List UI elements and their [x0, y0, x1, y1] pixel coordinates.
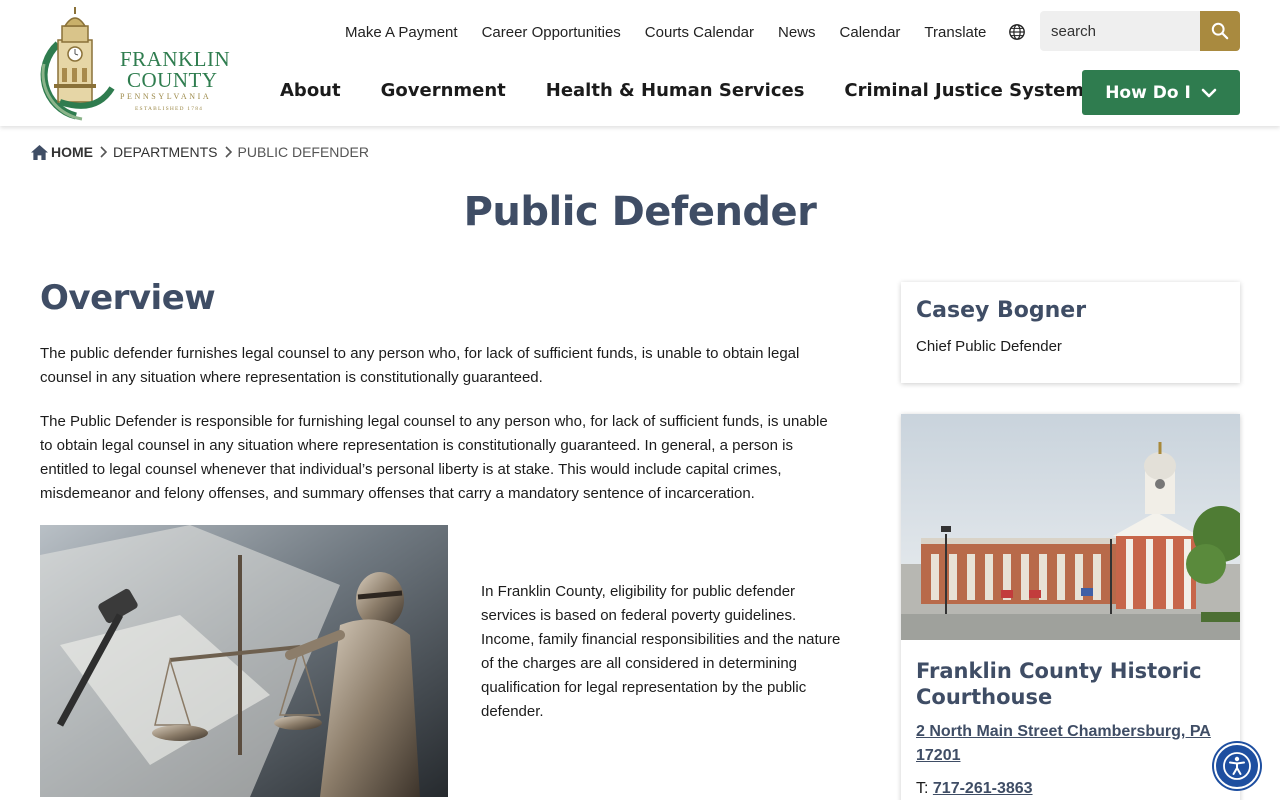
util-link-calendar[interactable]: Calendar: [840, 24, 901, 41]
page-title: Public Defender: [463, 189, 817, 235]
lady-justice-photo: [40, 525, 448, 797]
nav-about[interactable]: About: [280, 80, 341, 101]
contact-name: Casey Bogner: [916, 298, 1087, 323]
logo-line-established: ESTABLISHED 1784: [135, 106, 204, 112]
breadcrumb-current: PUBLIC DEFENDER: [237, 144, 369, 160]
overview-paragraph-2: The Public Defender is responsible for f…: [40, 413, 828, 502]
globe-icon[interactable]: [1008, 23, 1026, 41]
contact-card: Casey Bogner Chief Public Defender: [901, 282, 1240, 383]
util-link-news[interactable]: News: [778, 24, 816, 41]
chevron-right-icon: [224, 146, 232, 158]
phone-link[interactable]: 717-261-3863: [933, 780, 1033, 797]
utility-nav: Make A Payment Career Opportunities Cour…: [345, 21, 1026, 43]
search-input[interactable]: [1040, 11, 1200, 51]
search-icon: [1211, 22, 1229, 40]
logo-line-franklin: FRANKLIN: [120, 47, 231, 71]
util-link-career-opportunities[interactable]: Career Opportunities: [482, 24, 621, 41]
location-phone: T: 717-261-3863: [916, 780, 1033, 798]
how-do-i-label: How Do I: [1105, 82, 1191, 103]
location-address-link[interactable]: 2 North Main Street Chambersburg, PA 172…: [916, 720, 1226, 768]
eligibility-paragraph: In Franklin County, eligibility for publ…: [481, 583, 841, 720]
accessibility-button[interactable]: [1214, 743, 1260, 789]
nav-criminal-justice-system[interactable]: Criminal Justice System: [844, 80, 1084, 101]
search-button[interactable]: [1200, 11, 1240, 51]
logo-line-county: COUNTY: [127, 68, 218, 92]
how-do-i-button[interactable]: How Do I: [1082, 70, 1240, 115]
courthouse-photo: [901, 414, 1240, 640]
util-link-courts-calendar[interactable]: Courts Calendar: [645, 24, 754, 41]
breadcrumb: HOME DEPARTMENTS PUBLIC DEFENDER: [30, 142, 369, 162]
home-icon[interactable]: [30, 144, 49, 161]
courthouse-logo-icon: [40, 7, 115, 121]
nav-government[interactable]: Government: [381, 80, 506, 101]
franklin-county-logo[interactable]: FRANKLIN COUNTY PENNSYLVANIA ESTABLISHED…: [36, 4, 230, 122]
breadcrumb-departments[interactable]: DEPARTMENTS: [113, 144, 218, 160]
chevron-right-icon: [99, 146, 107, 158]
nav-health-human-services[interactable]: Health & Human Services: [546, 80, 805, 101]
logo-line-pennsylvania: PENNSYLVANIA: [120, 92, 212, 101]
main-nav: About Government Health & Human Services…: [280, 77, 1084, 103]
phone-prefix: T:: [916, 780, 929, 797]
overview-paragraph-1: The public defender furnishes legal coun…: [40, 345, 800, 386]
contact-role: Chief Public Defender: [916, 338, 1062, 355]
overview-heading: Overview: [40, 278, 216, 318]
util-link-make-payment[interactable]: Make A Payment: [345, 24, 458, 41]
location-card: Franklin County Historic Courthouse 2 No…: [901, 414, 1240, 800]
util-link-translate[interactable]: Translate: [924, 24, 986, 41]
chevron-down-icon: [1201, 88, 1217, 97]
location-title: Franklin County Historic Courthouse: [916, 659, 1202, 709]
accessibility-icon: [1223, 752, 1251, 780]
breadcrumb-home[interactable]: HOME: [51, 144, 93, 160]
search-box: [1040, 11, 1240, 51]
site-header: FRANKLIN COUNTY PENNSYLVANIA ESTABLISHED…: [0, 0, 1280, 126]
